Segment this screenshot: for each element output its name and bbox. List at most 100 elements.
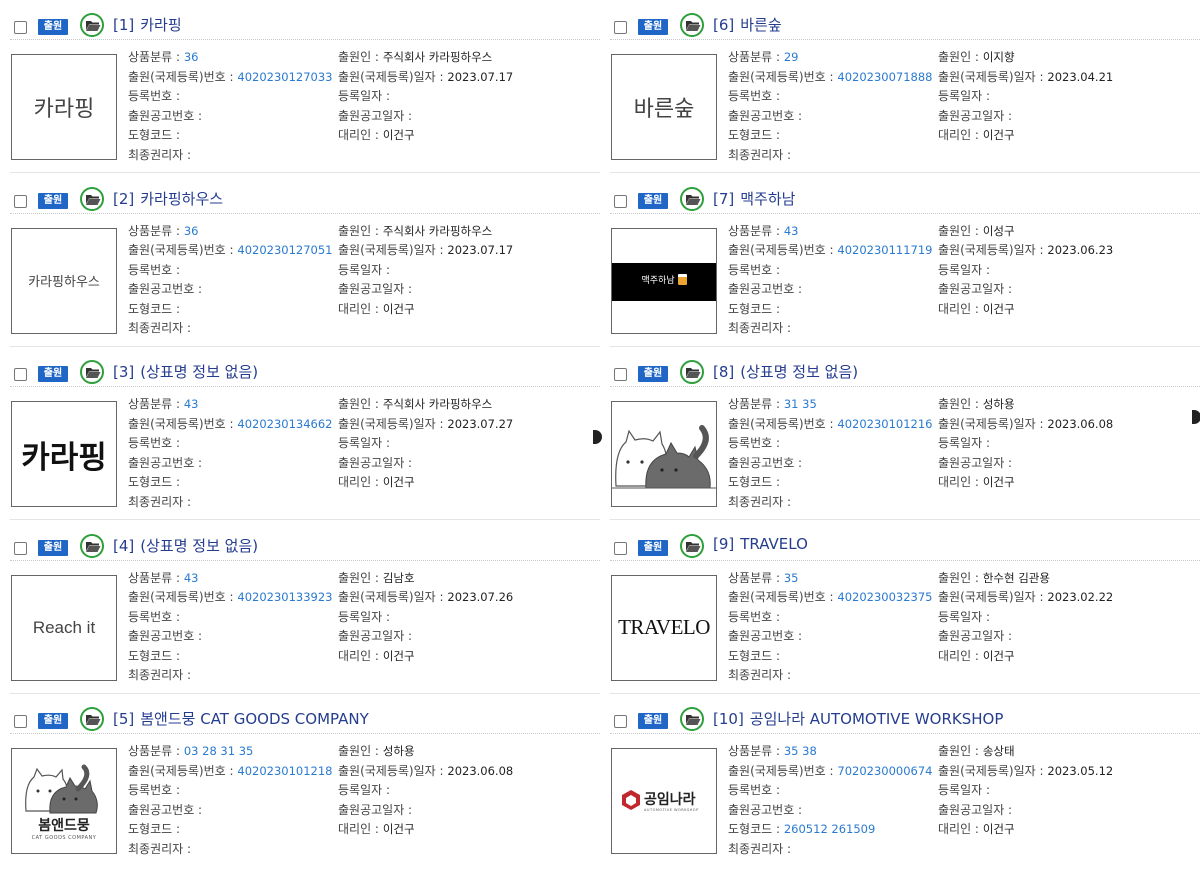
result-number: [3] bbox=[113, 363, 135, 381]
app-no-link[interactable]: 4020230101216 bbox=[837, 417, 932, 431]
agent-label: 대리인 : bbox=[338, 822, 379, 836]
trademark-title-link[interactable]: [9] TRAVELO bbox=[713, 535, 808, 553]
category-value[interactable]: 03 28 31 35 bbox=[184, 744, 254, 758]
category-label: 상품분류 : bbox=[128, 50, 181, 64]
app-no-link[interactable]: 4020230032375 bbox=[837, 590, 932, 604]
open-folder-icon[interactable] bbox=[680, 360, 704, 384]
agent-label: 대리인 : bbox=[338, 301, 379, 316]
trademark-image[interactable]: 공임나라 AUTOMOTIVE WORKSHOP bbox=[611, 748, 717, 854]
category-value[interactable]: 43 bbox=[784, 224, 799, 238]
design-code-label: 도형코드 : bbox=[728, 301, 781, 316]
applicant-label: 출원인 : bbox=[938, 50, 979, 64]
trademark-title-link[interactable]: [2] 카라핑하우스 bbox=[113, 188, 223, 209]
app-no-link[interactable]: 4020230127033 bbox=[237, 70, 332, 84]
open-folder-icon[interactable] bbox=[680, 13, 704, 37]
category-value[interactable]: 43 bbox=[184, 397, 199, 411]
select-checkbox[interactable] bbox=[14, 21, 27, 34]
app-no-link[interactable]: 4020230101218 bbox=[237, 764, 332, 778]
open-folder-icon[interactable] bbox=[80, 186, 104, 211]
select-checkbox[interactable] bbox=[14, 541, 27, 555]
select-checkbox[interactable] bbox=[614, 715, 627, 728]
app-no-link[interactable]: 7020230000674 bbox=[837, 764, 932, 778]
agent-label: 대리인 : bbox=[338, 475, 379, 489]
select-checkbox[interactable] bbox=[614, 541, 627, 555]
design-code-value[interactable]: 260512 261509 bbox=[784, 822, 875, 836]
open-folder-icon[interactable] bbox=[80, 533, 104, 558]
trademark-image[interactable] bbox=[611, 401, 717, 507]
cat-illustration-icon bbox=[612, 425, 716, 489]
trademark-image[interactable]: 바른숲 bbox=[611, 54, 717, 160]
select-checkbox[interactable] bbox=[14, 368, 27, 381]
detail-fields: 상품분류 : 43 출원인 : 주식회사 카라핑하우스 출원(국제등록)번호 : … bbox=[128, 395, 598, 512]
trademark-image[interactable]: Reach it bbox=[11, 574, 117, 681]
agent-value: 이건구 bbox=[982, 822, 1015, 836]
select-checkbox[interactable] bbox=[614, 21, 627, 34]
card-header: 출원 [4] (상표명 정보 없음) bbox=[10, 533, 600, 561]
trademark-title-link[interactable]: [7] 맥주하남 bbox=[713, 188, 795, 209]
final-owner-label: 최종권리자 : bbox=[728, 321, 792, 335]
category-value[interactable]: 35 38 bbox=[784, 744, 817, 758]
trademark-title-link[interactable]: [3] (상표명 정보 없음) bbox=[113, 361, 258, 382]
select-checkbox[interactable] bbox=[14, 715, 27, 728]
trademark-title-link[interactable]: [6] 바른숲 bbox=[713, 14, 782, 35]
applicant-label: 출원인 : bbox=[938, 397, 979, 411]
select-checkbox[interactable] bbox=[14, 194, 27, 208]
trademark-title-link[interactable]: [5] 봄앤드뭉 CAT GOODS COMPANY bbox=[113, 708, 369, 729]
trademark-image[interactable]: 카라핑 bbox=[11, 401, 117, 507]
design-code-label: 도형코드 : bbox=[728, 822, 781, 836]
trademark-image[interactable]: 맥주하남 bbox=[611, 227, 717, 334]
reg-no-label: 등록번호 : bbox=[728, 783, 781, 797]
result-number: [5] bbox=[113, 710, 135, 728]
agent-label: 대리인 : bbox=[938, 301, 979, 316]
trademark-title-link[interactable]: [8] (상표명 정보 없음) bbox=[713, 361, 858, 382]
open-folder-icon[interactable] bbox=[680, 186, 704, 211]
select-checkbox[interactable] bbox=[614, 368, 627, 381]
open-folder-icon[interactable] bbox=[680, 707, 704, 731]
category-label: 상품분류 : bbox=[128, 223, 181, 238]
design-code-label: 도형코드 : bbox=[128, 822, 181, 836]
agent-value: 이건구 bbox=[982, 475, 1015, 489]
card-header: 출원 [1] 카라핑 bbox=[10, 12, 600, 40]
category-value[interactable]: 31 35 bbox=[784, 397, 817, 411]
detail-fields: 상품분류 : 36 출원인 : 주식회사 카라핑하우스 출원(국제등록)번호 : … bbox=[128, 222, 598, 339]
trademark-image-text: 카라핑 bbox=[33, 97, 95, 122]
pub-no-label: 출원공고번호 : bbox=[128, 802, 203, 817]
app-no-link[interactable]: 4020230127051 bbox=[237, 243, 332, 257]
trademark-title-link[interactable]: [4] (상표명 정보 없음) bbox=[113, 535, 258, 556]
card-header: 출원 [3] (상표명 정보 없음) bbox=[10, 359, 600, 387]
open-folder-icon[interactable] bbox=[80, 13, 104, 37]
open-folder-icon[interactable] bbox=[680, 533, 704, 558]
trademark-image[interactable]: 봄앤드뭉 CAT GOODS COMPANY bbox=[11, 748, 117, 854]
trademark-image[interactable]: 카라핑 bbox=[11, 54, 117, 160]
trademark-image[interactable]: 카라핑하우스 bbox=[11, 227, 117, 334]
select-checkbox[interactable] bbox=[614, 194, 627, 208]
scroll-arrow-icon[interactable] bbox=[593, 430, 602, 444]
category-value[interactable]: 36 bbox=[184, 224, 199, 238]
app-no-label: 출원(국제등록)번호 : bbox=[728, 416, 834, 431]
app-no-link[interactable]: 4020230134662 bbox=[237, 417, 332, 431]
category-value[interactable]: 36 bbox=[184, 50, 199, 64]
category-value[interactable]: 43 bbox=[184, 571, 199, 585]
scroll-arrow-icon[interactable] bbox=[1192, 410, 1200, 424]
category-label: 상품분류 : bbox=[128, 570, 181, 585]
applicant-label: 출원인 : bbox=[338, 223, 379, 238]
trademark-title-link[interactable]: [10] 공임나라 AUTOMOTIVE WORKSHOP bbox=[713, 708, 1003, 729]
applicant-value: 주식회사 카라핑하우스 bbox=[382, 397, 493, 411]
pub-no-label: 출원공고번호 : bbox=[728, 282, 803, 296]
app-date-value: 2023.07.26 bbox=[447, 590, 514, 604]
final-owner-label: 최종권리자 : bbox=[128, 494, 192, 509]
trademark-image[interactable]: TRAVELO bbox=[611, 574, 717, 681]
app-no-link[interactable]: 4020230111719 bbox=[837, 243, 932, 257]
applicant-label: 출원인 : bbox=[938, 570, 979, 585]
trademark-name: 바른숲 bbox=[740, 16, 782, 34]
final-owner-label: 최종권리자 : bbox=[728, 494, 792, 509]
open-folder-icon[interactable] bbox=[80, 707, 104, 731]
category-value[interactable]: 29 bbox=[784, 50, 799, 64]
trademark-title-link[interactable]: [1] 카라핑 bbox=[113, 14, 182, 35]
app-no-label: 출원(국제등록)번호 : bbox=[728, 590, 834, 604]
app-no-link[interactable]: 4020230133923 bbox=[237, 590, 332, 604]
trademark-image-text: 공임나라 bbox=[644, 792, 696, 808]
app-no-link[interactable]: 4020230071888 bbox=[837, 70, 932, 84]
category-value[interactable]: 35 bbox=[784, 571, 799, 585]
open-folder-icon[interactable] bbox=[80, 360, 104, 384]
